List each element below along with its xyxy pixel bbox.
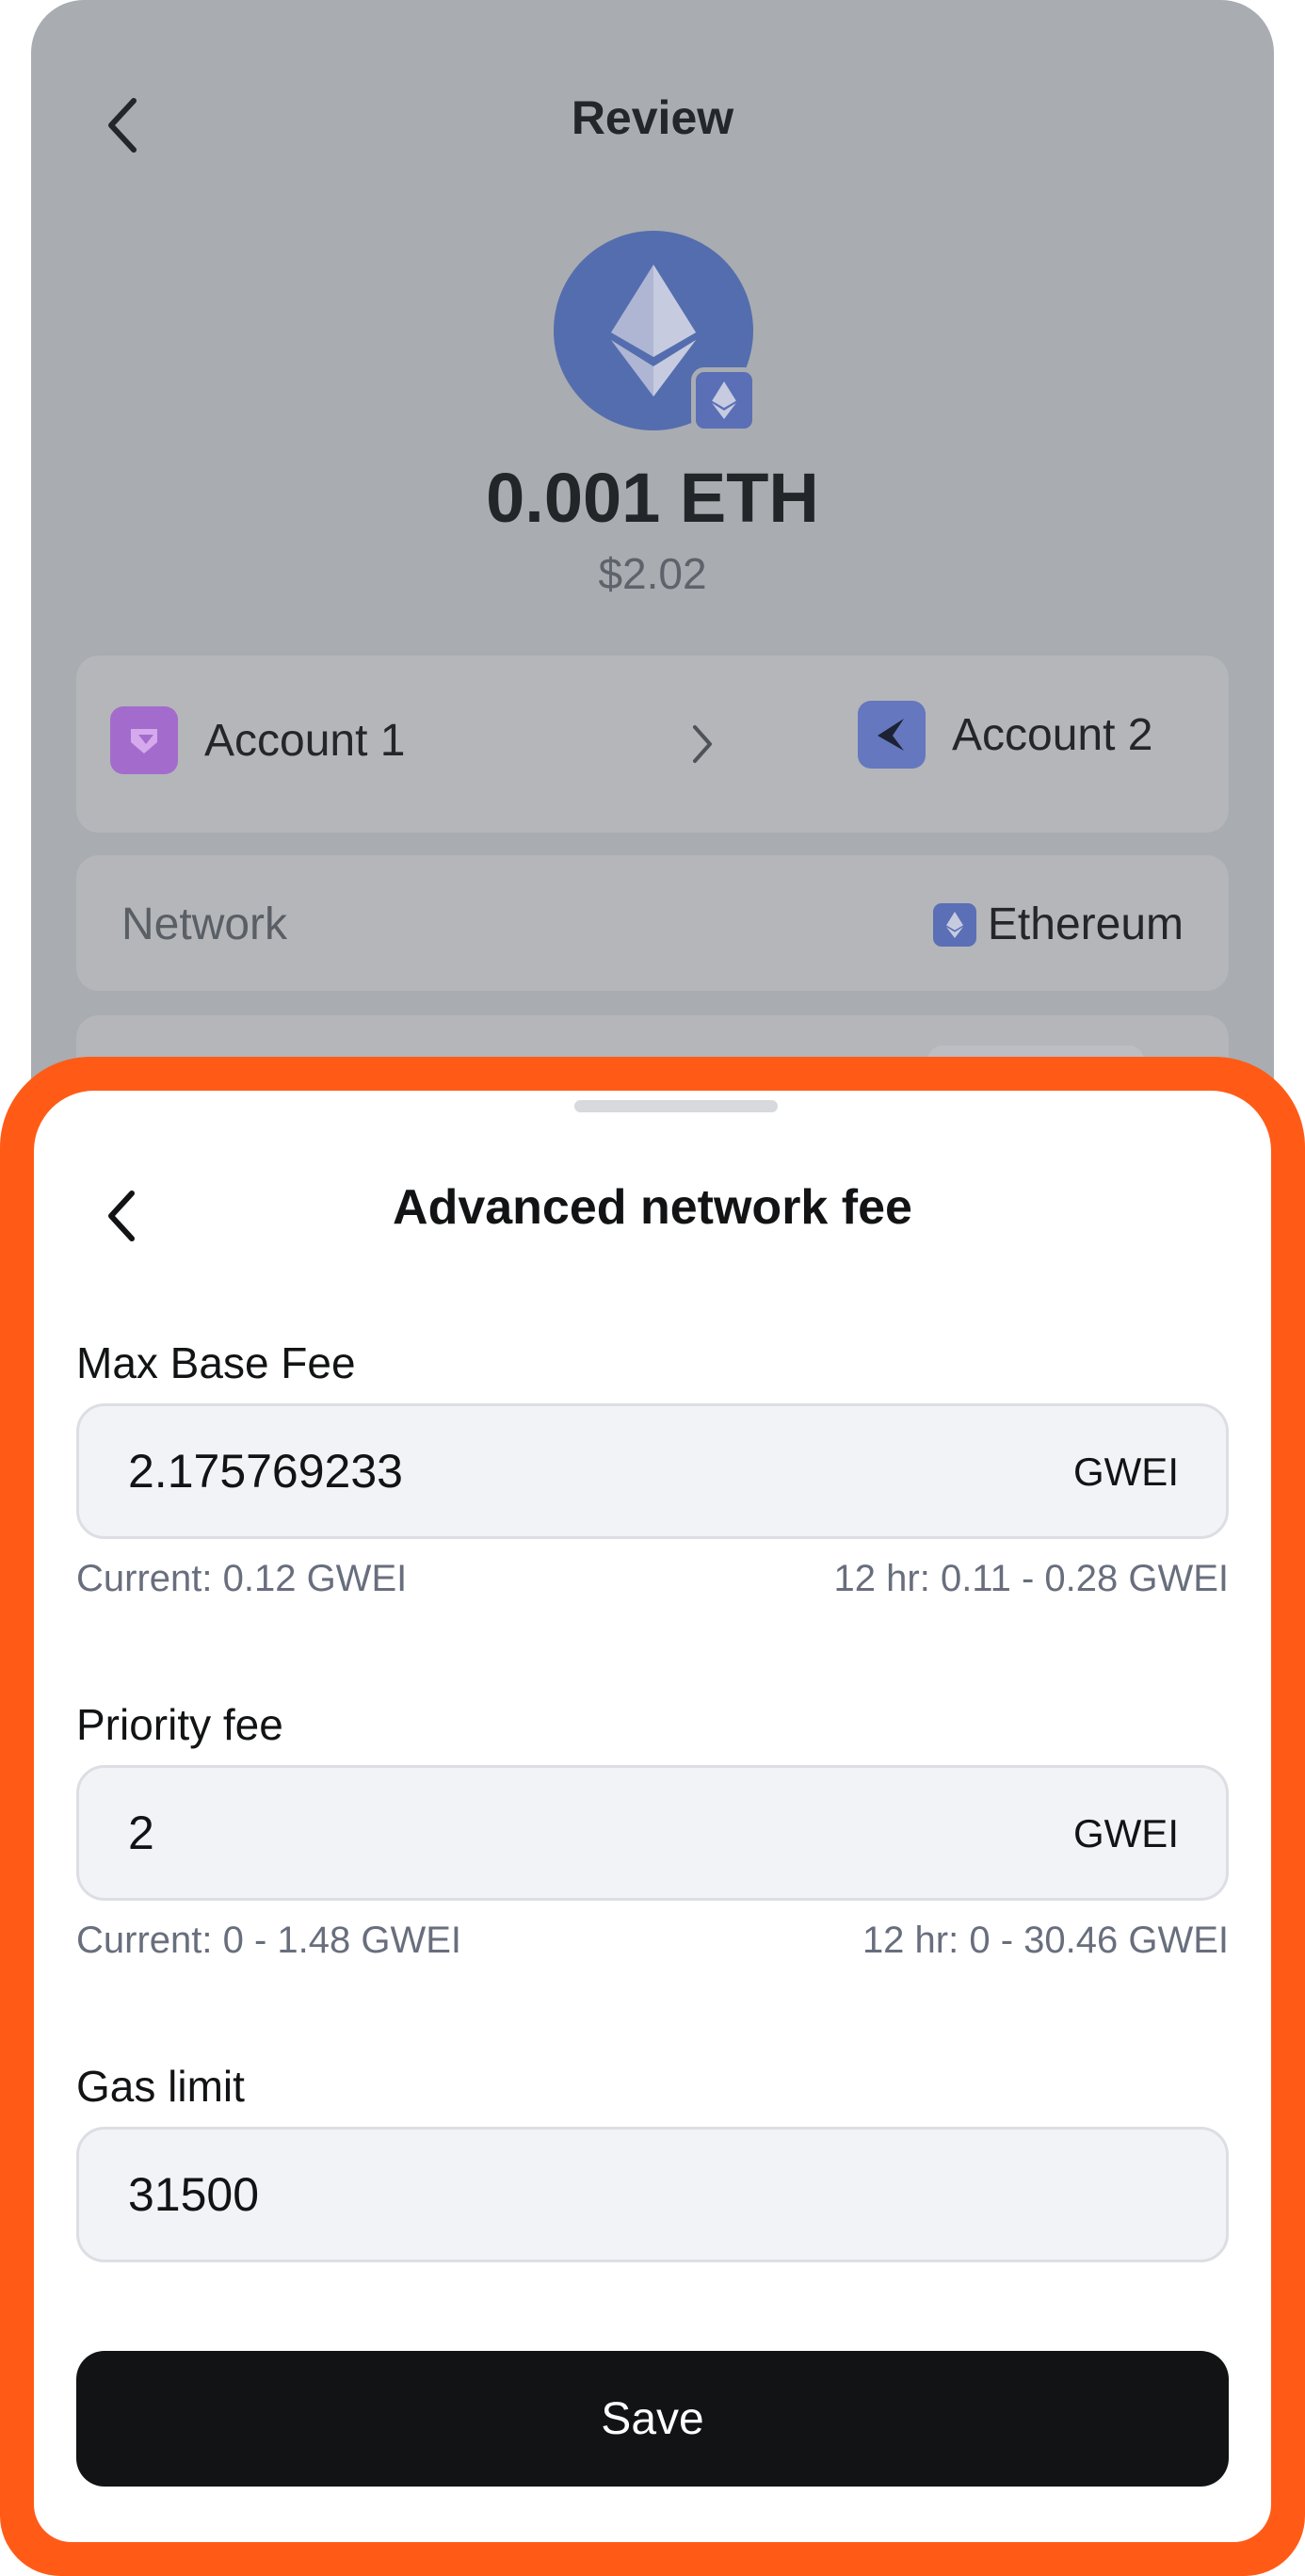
send-amount: 0.001 ETH	[486, 459, 819, 537]
to-account-name: Account 2	[952, 709, 1153, 760]
max-base-fee-range: 12 hr: 0.11 - 0.28 GWEI	[833, 1558, 1229, 1599]
ethereum-icon	[611, 265, 696, 397]
account-avatar-icon	[878, 719, 904, 751]
review-title: Review	[571, 91, 734, 144]
to-account[interactable]: Account 2	[858, 701, 1152, 769]
account-1-avatar	[110, 706, 178, 774]
max-base-fee-value: 2.175769233	[128, 1445, 403, 1498]
priority-fee-input[interactable]: 2 GWEI	[76, 1765, 1229, 1901]
from-account[interactable]: Account 1	[110, 706, 405, 774]
network-row: Network Ethereum	[76, 855, 1229, 991]
priority-fee-label: Priority fee	[76, 1700, 283, 1749]
accounts-card: Account 1 Account 2	[76, 656, 1229, 833]
advanced-fee-sheet: Advanced network fee Max Base Fee 2.1757…	[34, 1091, 1271, 2542]
gas-limit-value: 31500	[128, 2168, 260, 2221]
review-screen: Review 0.001 ETH $2.02 Account 1 Account…	[31, 0, 1274, 1130]
from-account-name: Account 1	[204, 715, 406, 766]
priority-fee-unit: GWEI	[1073, 1811, 1179, 1855]
account-avatar-icon	[131, 729, 157, 753]
ethereum-network-icon	[932, 902, 976, 947]
chevron-right-icon	[679, 714, 726, 774]
gas-limit-label: Gas limit	[76, 2062, 245, 2111]
save-button[interactable]: Save	[76, 2351, 1229, 2487]
priority-fee-current: Current: 0 - 1.48 GWEI	[76, 1920, 462, 1961]
max-base-fee-input[interactable]: 2.175769233 GWEI	[76, 1403, 1229, 1539]
network-badge	[691, 367, 757, 433]
screen: Review 0.001 ETH $2.02 Account 1 Account…	[0, 0, 1305, 2576]
account-2-avatar	[858, 701, 926, 769]
sheet-drag-handle[interactable]	[574, 1100, 778, 1112]
max-base-fee-current: Current: 0.12 GWEI	[76, 1558, 408, 1599]
max-base-fee-unit: GWEI	[1073, 1450, 1179, 1494]
send-amount-fiat: $2.02	[598, 549, 707, 598]
gas-limit-input[interactable]: 31500	[76, 2127, 1229, 2262]
network-label: Network	[121, 899, 288, 949]
ethereum-icon	[712, 381, 736, 419]
max-base-fee-label: Max Base Fee	[76, 1338, 356, 1387]
priority-fee-value: 2	[128, 1806, 154, 1859]
network-value: Ethereum	[932, 899, 1184, 950]
network-name: Ethereum	[987, 899, 1184, 949]
priority-fee-range: 12 hr: 0 - 30.46 GWEI	[862, 1920, 1229, 1961]
sheet-title: Advanced network fee	[393, 1180, 912, 1235]
